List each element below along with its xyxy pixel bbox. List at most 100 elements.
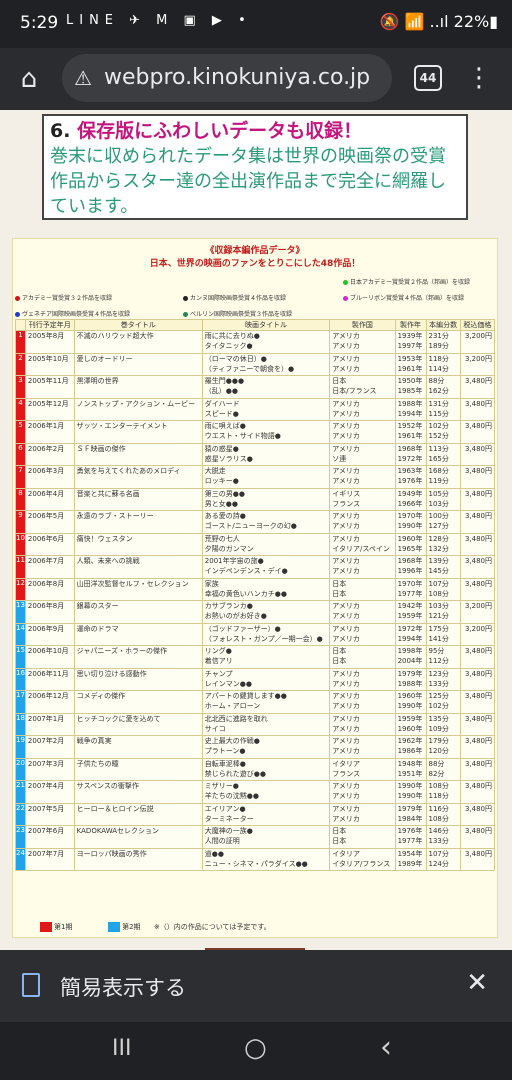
table-row: 19 2007年2月 戦争の真実 史上最大の作戦● プラトーン● アメリカ アメリカ 1962… xyxy=(15,735,496,759)
volume-title: 戦争の真実 xyxy=(73,735,203,759)
feature-box: 6. 保存版にふわしいデータも収録！ 巻末に収められたデータ集は世界の映画祭の受… xyxy=(42,114,468,220)
row-number: 1 xyxy=(15,330,26,354)
runtime: 113分 165分 xyxy=(425,442,461,466)
release-date: 2007年4月 xyxy=(24,780,75,804)
table-row: 21 2007年4月 サスペンスの衝撃作 ミザリー● 羊たちの沈黙●● アメリカ アメリカ 1… xyxy=(15,780,496,804)
production-country: アメリカ アメリカ xyxy=(329,510,396,534)
release-date: 2006年5月 xyxy=(24,510,75,534)
legend-dot-icon xyxy=(15,296,20,301)
price: 3,480円 xyxy=(459,510,496,534)
volume-title: ノンストップ・アクション・ムービー xyxy=(73,397,203,421)
feature-heading: 6. 保存版にふわしいデータも収録！ xyxy=(50,120,363,142)
browser-toolbar: ⌂ ⚠ webpro.kinokuniya.co.jp 44 ⋮ xyxy=(0,48,512,110)
close-icon[interactable]: ✕ xyxy=(466,968,488,998)
production-country: 日本 日本 xyxy=(329,577,396,601)
volume-title: 永遠のラブ・ストーリー xyxy=(73,510,203,534)
release-date: 2007年1月 xyxy=(24,712,75,736)
home-button-icon[interactable]: ○ xyxy=(244,1033,267,1063)
row-number: 24 xyxy=(15,847,26,871)
production-year: 1972年 1994年 xyxy=(394,622,427,646)
runtime: 123分 133分 xyxy=(425,667,461,691)
runtime: 118分 114分 xyxy=(425,352,461,376)
production-year: 1953年 1961年 xyxy=(394,352,427,376)
column-header: 税込価格 xyxy=(459,319,496,331)
production-country: アメリカ アメリカ xyxy=(329,690,396,714)
column-header: 本編分数 xyxy=(425,319,461,331)
period1-swatch xyxy=(40,922,52,932)
release-date: 2006年10月 xyxy=(24,645,75,669)
runtime: 107分 108分 xyxy=(425,577,461,601)
runtime: 139分 145分 xyxy=(425,555,461,579)
legend-label: 日本アカデミー賞受賞２作品（邦画）を収録 xyxy=(350,279,471,286)
production-year: 1960年 1990年 xyxy=(394,690,427,714)
row-number: 12 xyxy=(15,577,26,601)
film-titles: 羅生門●●● （乱）●● xyxy=(201,375,331,399)
row-number: 15 xyxy=(15,645,26,669)
award-legend: 日本アカデミー賞受賞２作品（邦画）を収録 アカデミー賞受賞３２作品を収録 カンヌ国際… xyxy=(13,271,497,318)
runtime: 131分 115分 xyxy=(425,397,461,421)
volume-title: 不滅のハリウッド超大作 xyxy=(73,330,203,354)
production-year: 1959年 1960年 xyxy=(394,712,427,736)
price: 3,480円 xyxy=(459,757,496,781)
more-menu-icon[interactable]: ⋮ xyxy=(466,58,492,98)
simplified-view-prompt[interactable]: 簡易表示する ✕ xyxy=(0,950,512,1022)
film-titles: チャンプ レインマン●● xyxy=(201,667,331,691)
runtime: 107分 124分 xyxy=(425,847,461,871)
home-icon[interactable]: ⌂ xyxy=(14,64,44,94)
table-row: 18 2007年1月 ヒッチコックに愛を込めて 北北西に進路を取れ サイコ アメリカ アメリ… xyxy=(15,712,496,736)
volume-title: 思い切り泣ける感動作 xyxy=(73,667,203,691)
column-header xyxy=(15,319,26,331)
price: 3,480円 xyxy=(459,667,496,691)
row-number: 6 xyxy=(15,442,26,466)
notification-icons: LINE ✈ M ▣ ▶ • xyxy=(66,13,252,28)
film-table: 刊行予定年月 巻タイトル 映画タイトル 製作国 製作年 本編分数 税込価格 1 2005年8月… xyxy=(15,319,496,871)
volume-title: ＳＦ映画の傑作 xyxy=(73,442,203,466)
release-date: 2006年6月 xyxy=(24,532,75,556)
production-country: アメリカ アメリカ xyxy=(329,622,396,646)
production-country: 日本 日本/フランス xyxy=(329,375,396,399)
price: 3,200円 xyxy=(459,622,496,646)
release-date: 2007年3月 xyxy=(24,757,75,781)
production-year: 1948年 1951年 xyxy=(394,757,427,781)
runtime: 102分 152分 xyxy=(425,420,461,444)
table-row: 22 2007年5月 ヒーロー＆ヒロイン伝説 エイリアン● ターミネーター アメリカ アメリ… xyxy=(15,802,496,826)
period-legend: 第1期 第2期 ※（）内の作品については予定です。 xyxy=(40,922,271,932)
release-date: 2007年7月 xyxy=(24,847,75,871)
volume-title: ヨーロッパ映画の秀作 xyxy=(73,847,203,871)
production-country: アメリカ アメリカ xyxy=(329,352,396,376)
tab-switcher-button[interactable]: 44 xyxy=(414,65,442,91)
table-row: 2 2005年10月 愛しのオードリー （ローマの休日）● （ティファニーで朝食を）● ア… xyxy=(15,352,496,376)
legend-item: ベルリン国際映画祭受賞３作品を収録 xyxy=(183,309,292,318)
volume-title: 子供たちの瞳 xyxy=(73,757,203,781)
table-row: 1 2005年8月 不滅のハリウッド超大作 雨に共に去りぬ● タイタニック● アメリカ アメ… xyxy=(15,330,496,354)
legend-label: ブルーリボン賞受賞４作品（邦画）を収録 xyxy=(350,295,465,302)
volume-title: 山田洋次監督セルフ・セレクション xyxy=(73,577,203,601)
film-titles: 史上最大の作戦● プラトーン● xyxy=(201,735,331,759)
production-year: 1950年 1985年 xyxy=(394,375,427,399)
film-titles: リング● 着信アリ xyxy=(201,645,331,669)
film-titles: カサブランカ● お熱いのがお好き● xyxy=(201,600,331,624)
release-date: 2006年3月 xyxy=(24,465,75,489)
recent-apps-icon[interactable]: III xyxy=(112,1036,131,1061)
runtime: 105分 103分 xyxy=(425,487,461,511)
row-number: 21 xyxy=(15,780,26,804)
runtime: 88分 82分 xyxy=(425,757,461,781)
address-bar[interactable]: ⚠ webpro.kinokuniya.co.jp xyxy=(62,54,392,102)
legend-label: ヴェネチア国際映画祭受賞４作品を収録 xyxy=(22,311,131,318)
film-titles: 家族 幸福の黄色いハンカチ●● xyxy=(201,577,331,601)
row-number: 23 xyxy=(15,825,26,849)
production-year: 1968年 1972年 xyxy=(394,442,427,466)
production-year: 1979年 1984年 xyxy=(394,802,427,826)
volume-title: ヒッチコックに愛を込めて xyxy=(73,712,203,736)
price: 3,480円 xyxy=(459,780,496,804)
price: 3,480円 xyxy=(459,375,496,399)
table-row: 24 2007年7月 ヨーロッパ映画の秀作 道●● ニュー・シネマ・パラダイス●● イタリ… xyxy=(15,847,496,871)
simplified-view-button[interactable]: 簡易表示する xyxy=(60,972,186,1002)
table-row: 11 2006年7月 人類、未来への挑戦 2001年宇宙の旅● インデペンデンス・デイ●… xyxy=(15,555,496,579)
legend-item: カンヌ国際映画祭受賞４作品を収録 xyxy=(183,293,286,302)
table-row: 10 2006年6月 痛快！ウェスタン 荒野の七人 夕陽のガンマン アメリカ イタリア/スペ… xyxy=(15,532,496,556)
table-row: 16 2006年11月 思い切り泣ける感動作 チャンプ レインマン●● アメリカ アメリカ 1… xyxy=(15,667,496,691)
column-header: 映画タイトル xyxy=(201,319,331,331)
not-secure-icon[interactable]: ⚠ xyxy=(74,54,92,102)
back-icon[interactable]: ‹ xyxy=(380,1030,392,1065)
